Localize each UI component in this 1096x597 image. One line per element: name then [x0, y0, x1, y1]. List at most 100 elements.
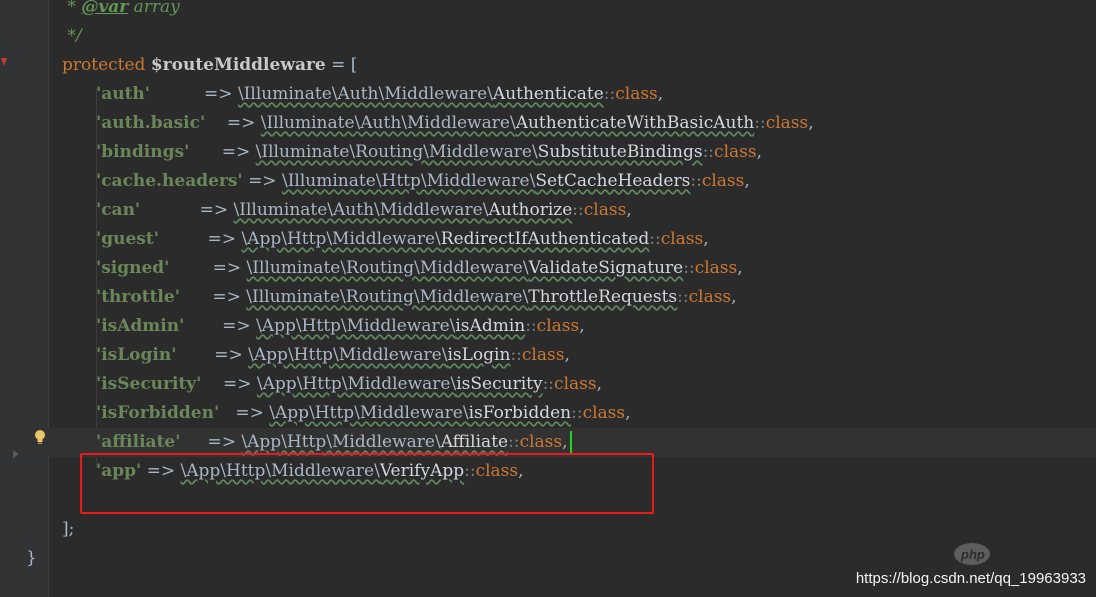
namespace-path: \Illuminate\Auth\Middleware\ [233, 200, 489, 220]
code-line[interactable]: * @var array [0, 0, 1096, 22]
comma: , [808, 113, 814, 133]
class-name: Authorize [488, 200, 573, 220]
class-name: isLogin [447, 345, 511, 365]
code-line-content: 'can' => \Illuminate\Auth\Middleware\Aut… [62, 196, 632, 225]
override-marker-icon[interactable] [0, 57, 8, 67]
class-keyword: class [583, 200, 627, 220]
assign-operator: = [ [325, 55, 358, 75]
code-line[interactable]: 'signed' => \Illuminate\Routing\Middlewa… [0, 254, 1096, 283]
comma: , [703, 229, 709, 249]
keyword-protected: protected [62, 55, 146, 75]
scope-operator: :: [754, 113, 766, 133]
class-keyword: class [694, 258, 738, 278]
padding [180, 432, 207, 452]
code-line-content: 'isAdmin' => \App\Http\Middleware\isAdmi… [62, 312, 585, 341]
arrow-operator: => [226, 113, 256, 133]
middleware-key: 'throttle' [96, 287, 180, 307]
class-name: isAdmin [455, 316, 526, 336]
text-caret [569, 430, 572, 455]
code-line-content: 'bindings' => \Illuminate\Routing\Middle… [62, 138, 762, 167]
code-line[interactable]: 'isForbidden' => \App\Http\Middleware\is… [0, 399, 1096, 428]
scope-operator: :: [683, 258, 695, 278]
arrow-operator: => [204, 84, 233, 104]
class-keyword: class [765, 113, 809, 133]
class-name: SetCacheHeaders [535, 171, 691, 191]
middleware-key: 'guest' [96, 229, 159, 249]
code-line[interactable]: */ [0, 22, 1096, 51]
class-keyword: class [714, 142, 757, 162]
namespace-path: \Illuminate\Routing\Middleware\ [246, 287, 529, 307]
padding [219, 403, 235, 423]
code-line[interactable]: 'bindings' => \Illuminate\Routing\Middle… [0, 138, 1096, 167]
comma: , [737, 258, 743, 278]
middleware-key: 'affiliate' [96, 432, 181, 452]
code-line[interactable]: 'guest' => \App\Http\Middleware\Redirect… [0, 225, 1096, 254]
code-line[interactable]: } [0, 544, 1096, 573]
comma: , [626, 200, 632, 220]
fold-arrow-icon[interactable] [12, 449, 20, 459]
middleware-key: 'bindings' [96, 142, 190, 162]
code-line[interactable]: protected $routeMiddleware = [ [0, 51, 1096, 80]
arrow-operator: => [235, 403, 264, 423]
padding [201, 374, 223, 394]
padding [150, 84, 204, 104]
arrow-operator: => [221, 142, 251, 162]
padding [169, 258, 212, 278]
doc-tag: @var [81, 0, 129, 17]
arrow-operator: => [248, 171, 277, 191]
class-name: AuthenticateWithBasicAuth [515, 113, 755, 133]
lightbulb-icon[interactable] [33, 429, 47, 445]
namespace-path: \App\Http\Middleware\ [269, 403, 469, 423]
class-name: RedirectIfAuthenticated [440, 229, 650, 249]
watermark-logo: php [954, 543, 990, 565]
middleware-key: 'auth.basic' [96, 113, 206, 133]
class-name: ValidateSignature [528, 258, 684, 278]
scope-operator: :: [525, 316, 537, 336]
padding [205, 113, 227, 133]
arrow-operator: => [223, 374, 252, 394]
middleware-key: 'isLogin' [96, 345, 177, 365]
code-line[interactable]: 'throttle' => \Illuminate\Routing\Middle… [0, 283, 1096, 312]
doc-comment-text: array [128, 0, 180, 17]
comma: , [564, 345, 570, 365]
watermark-url: https://blog.csdn.net/qq_19963933 [855, 570, 1086, 587]
code-line-content: 'isSecurity' => \App\Http\Middleware\isS… [62, 370, 602, 399]
code-line[interactable]: ]; [0, 515, 1096, 544]
middleware-key: 'auth' [96, 84, 150, 104]
class-keyword: class [688, 287, 732, 307]
code-line[interactable]: 'isLogin' => \App\Http\Middleware\isLogi… [0, 341, 1096, 370]
comma: , [731, 287, 737, 307]
code-line[interactable]: 'auth.basic' => \Illuminate\Auth\Middlew… [0, 109, 1096, 138]
code-line[interactable]: 'can' => \Illuminate\Auth\Middleware\Aut… [0, 196, 1096, 225]
code-line-content: 'isForbidden' => \App\Http\Middleware\is… [62, 399, 631, 428]
class-keyword: class [615, 84, 658, 104]
class-name: isSecurity [456, 374, 543, 394]
class-keyword: class [521, 345, 565, 365]
scope-operator: :: [508, 432, 520, 452]
class-keyword: class [660, 229, 704, 249]
comma: , [744, 171, 750, 191]
middleware-key: 'signed' [96, 258, 170, 278]
code-line[interactable]: 'isSecurity' => \App\Http\Middleware\isS… [0, 370, 1096, 399]
namespace-path: \App\Http\Middleware\ [241, 229, 441, 249]
scope-operator: :: [542, 374, 555, 394]
code-line-content: */ [62, 22, 82, 51]
scope-operator: :: [677, 287, 689, 307]
code-line[interactable]: 'cache.headers' => \Illuminate\Http\Midd… [0, 167, 1096, 196]
arrow-operator: => [214, 345, 243, 365]
arrow-operator: => [207, 229, 237, 249]
code-line[interactable]: 'auth' => \Illuminate\Auth\Middleware\Au… [0, 80, 1096, 109]
code-line-content: 'isLogin' => \App\Http\Middleware\isLogi… [62, 341, 570, 370]
namespace-path: \App\Http\Middleware\ [248, 345, 448, 365]
doc-comment-text: */ [62, 26, 82, 46]
code-line-content: 'throttle' => \Illuminate\Routing\Middle… [62, 283, 737, 312]
code-line[interactable]: 'isAdmin' => \App\Http\Middleware\isAdmi… [0, 312, 1096, 341]
padding [140, 200, 199, 220]
namespace-path: \App\Http\Middleware\ [241, 432, 441, 452]
class-name: isForbidden [468, 403, 572, 423]
middleware-key: 'can' [96, 200, 141, 220]
comma: , [579, 316, 585, 336]
class-keyword: class [582, 403, 626, 423]
middleware-key: 'isSecurity' [96, 374, 202, 394]
namespace-path: \Illuminate\Routing\Middleware\ [246, 258, 529, 278]
